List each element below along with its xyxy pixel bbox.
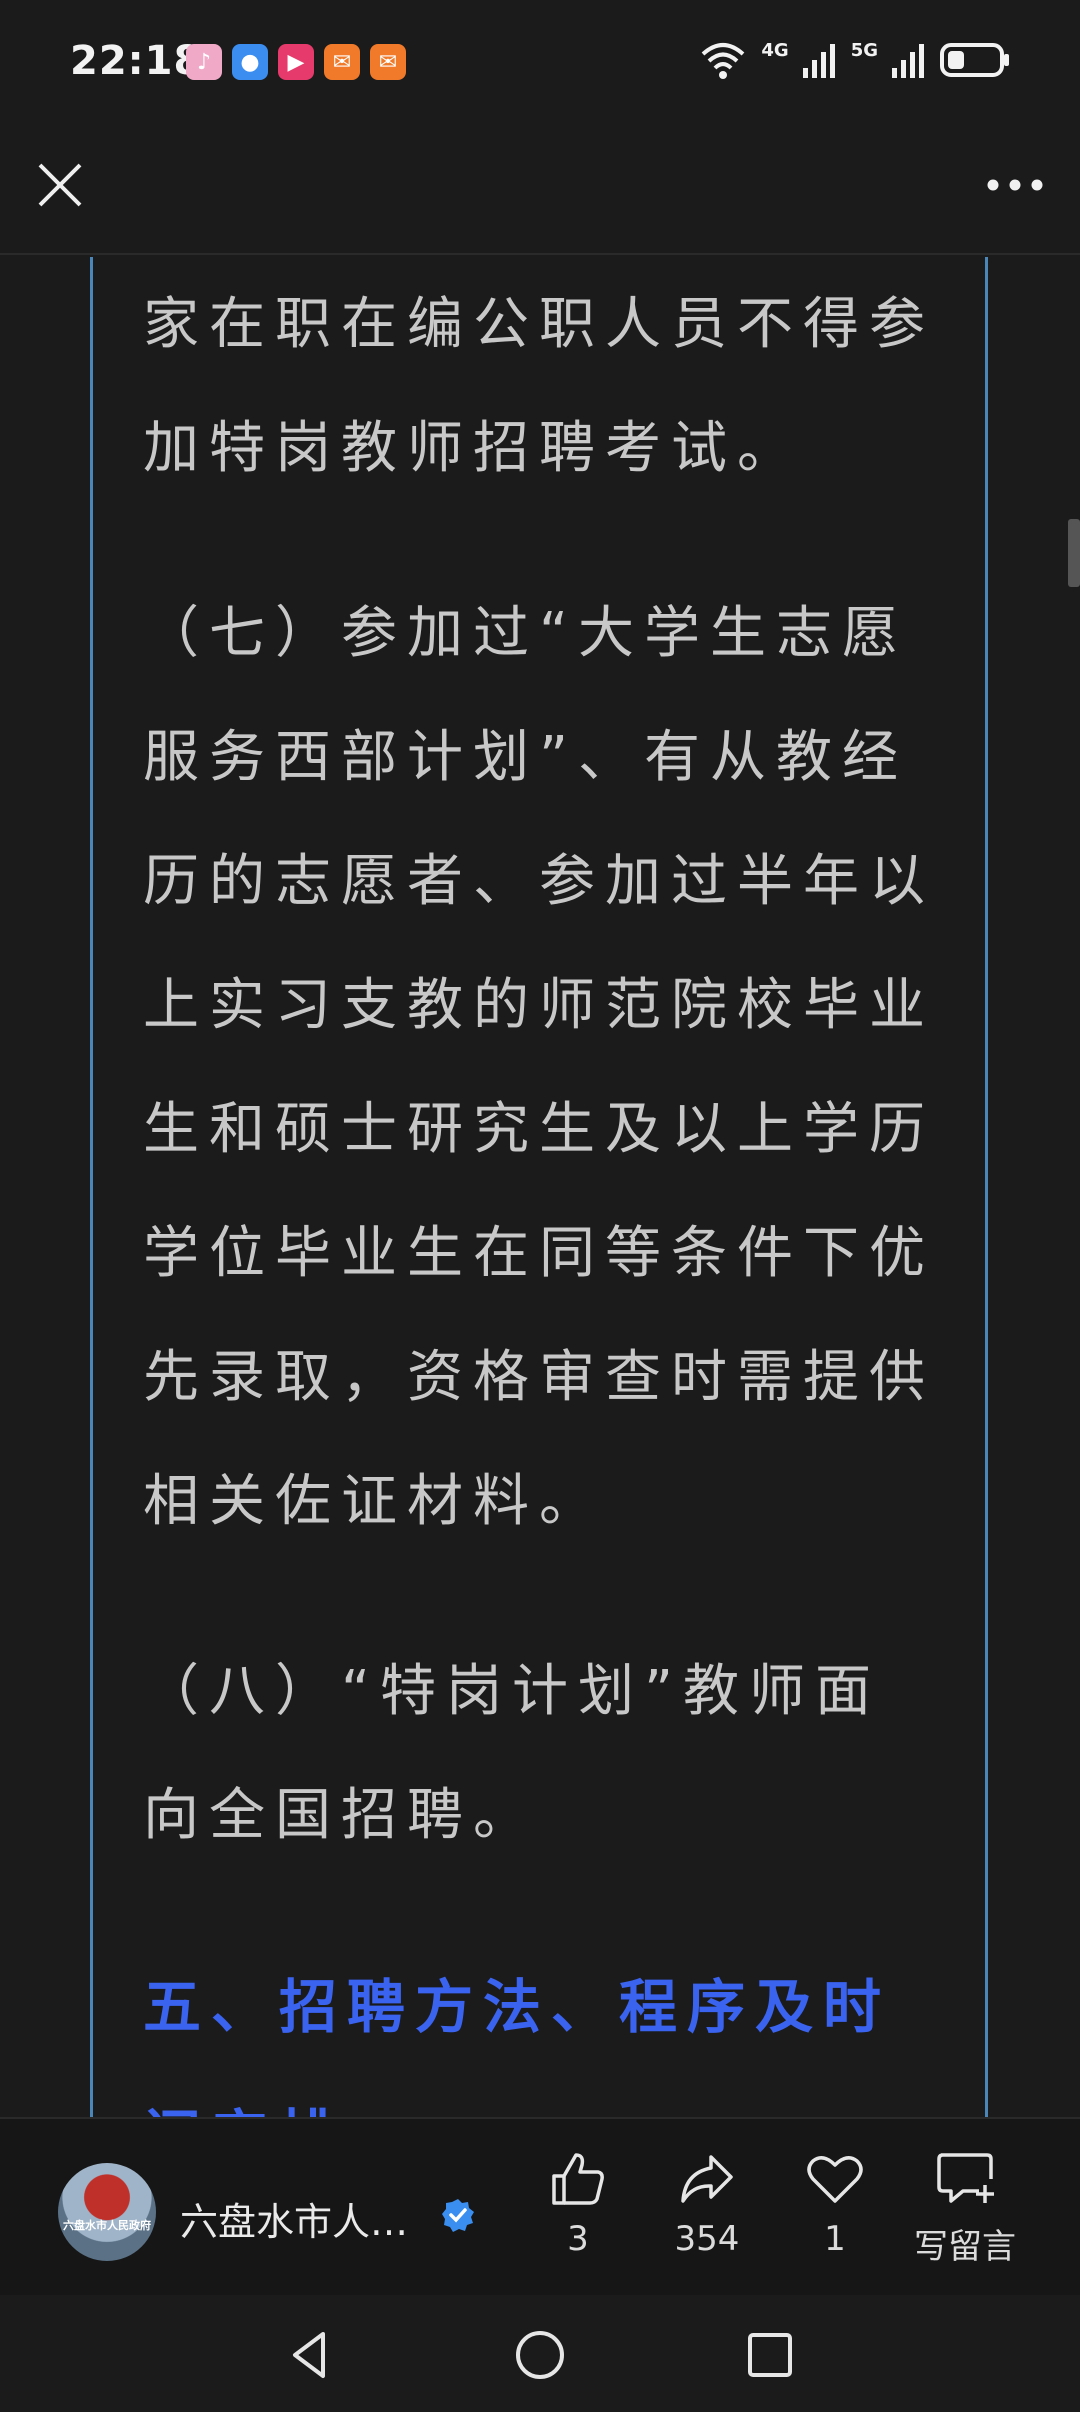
- more-options-button[interactable]: [980, 155, 1050, 215]
- system-nav-bar: [0, 2295, 1080, 2412]
- verified-badge-icon: [442, 2199, 474, 2232]
- home-icon: [516, 2331, 564, 2379]
- thumbs-up-icon: [552, 2153, 604, 2205]
- back-icon: [293, 2332, 325, 2378]
- paragraph-item-8: （八）“特岗计划”教师面向全国招聘。: [143, 1659, 882, 1848]
- network-5g-label: 5G: [850, 39, 878, 61]
- music-app-icon: ♪: [186, 44, 222, 80]
- like-button[interactable]: 3: [523, 2149, 633, 2259]
- recent-apps-icon: [748, 2333, 792, 2377]
- frame-border-right: [985, 257, 988, 2117]
- author-name[interactable]: 六盘水市人…: [180, 2191, 408, 2246]
- section-heading: 五、招聘方法、程序及时间安排: [143, 1973, 892, 2117]
- browser-app-icon: ●: [232, 44, 268, 80]
- close-button[interactable]: [30, 155, 90, 215]
- like-count: 3: [567, 2219, 589, 2259]
- back-button[interactable]: [275, 2320, 345, 2390]
- video-app-icon: ▶: [278, 44, 314, 80]
- scrollbar-thumb[interactable]: [1068, 519, 1080, 587]
- write-comment-button[interactable]: 写留言: [905, 2149, 1025, 2268]
- signal-icon-2: [892, 44, 924, 78]
- paragraph-item-7: （七）参加过“大学生志愿服务西部计划”、有从教经历的志愿者、参加过半年以上实习支…: [143, 601, 935, 1534]
- share-icon: [681, 2155, 733, 2203]
- share-count: 354: [674, 2219, 740, 2259]
- article-content[interactable]: 家在职在编公职人员不得参加特岗教师招聘考试。 （七）参加过“大学生志愿服务西部计…: [0, 257, 1080, 2117]
- comment-plus-icon: [937, 2153, 994, 2203]
- notification-app-icons: ♪ ● ▶ ✉ ✉: [186, 44, 406, 80]
- red-envelope-app-icon: ✉: [324, 44, 360, 80]
- signal-icon: [802, 44, 835, 78]
- red-envelope-app-icon-2: ✉: [370, 44, 406, 80]
- share-button[interactable]: 354: [652, 2149, 762, 2259]
- network-4g-label: 4G: [761, 39, 789, 61]
- wifi-icon: [702, 43, 745, 79]
- top-bar: [0, 120, 1080, 255]
- frame-border-left: [90, 257, 93, 2117]
- author-avatar[interactable]: 六盘水市人民政府: [58, 2163, 156, 2261]
- status-time: 22:18: [70, 38, 203, 84]
- home-button[interactable]: [505, 2320, 575, 2390]
- avatar-label: 六盘水市人民政府: [63, 2219, 151, 2232]
- paragraph-eligibility-end: 家在职在编公职人员不得参加特岗教师招聘考试。: [143, 292, 935, 481]
- favorite-count: 1: [824, 2219, 846, 2259]
- close-icon: [38, 163, 82, 207]
- recent-apps-button[interactable]: [735, 2320, 805, 2390]
- status-indicators: 4G 5G: [699, 40, 1010, 80]
- battery-icon: [940, 43, 1009, 77]
- status-bar: 22:18 ♪ ● ▶ ✉ ✉ 4G 5G: [0, 0, 1080, 120]
- article-action-bar: 六盘水市人民政府 六盘水市人… 3 354 1 写留言: [0, 2117, 1080, 2295]
- favorite-button[interactable]: 1: [780, 2149, 890, 2259]
- write-comment-label: 写留言: [914, 2227, 1016, 2267]
- section-heading-clip: 五、招聘方法、程序及时间安排: [143, 1942, 943, 2117]
- more-icon: [987, 179, 1043, 191]
- heart-icon: [807, 2156, 863, 2203]
